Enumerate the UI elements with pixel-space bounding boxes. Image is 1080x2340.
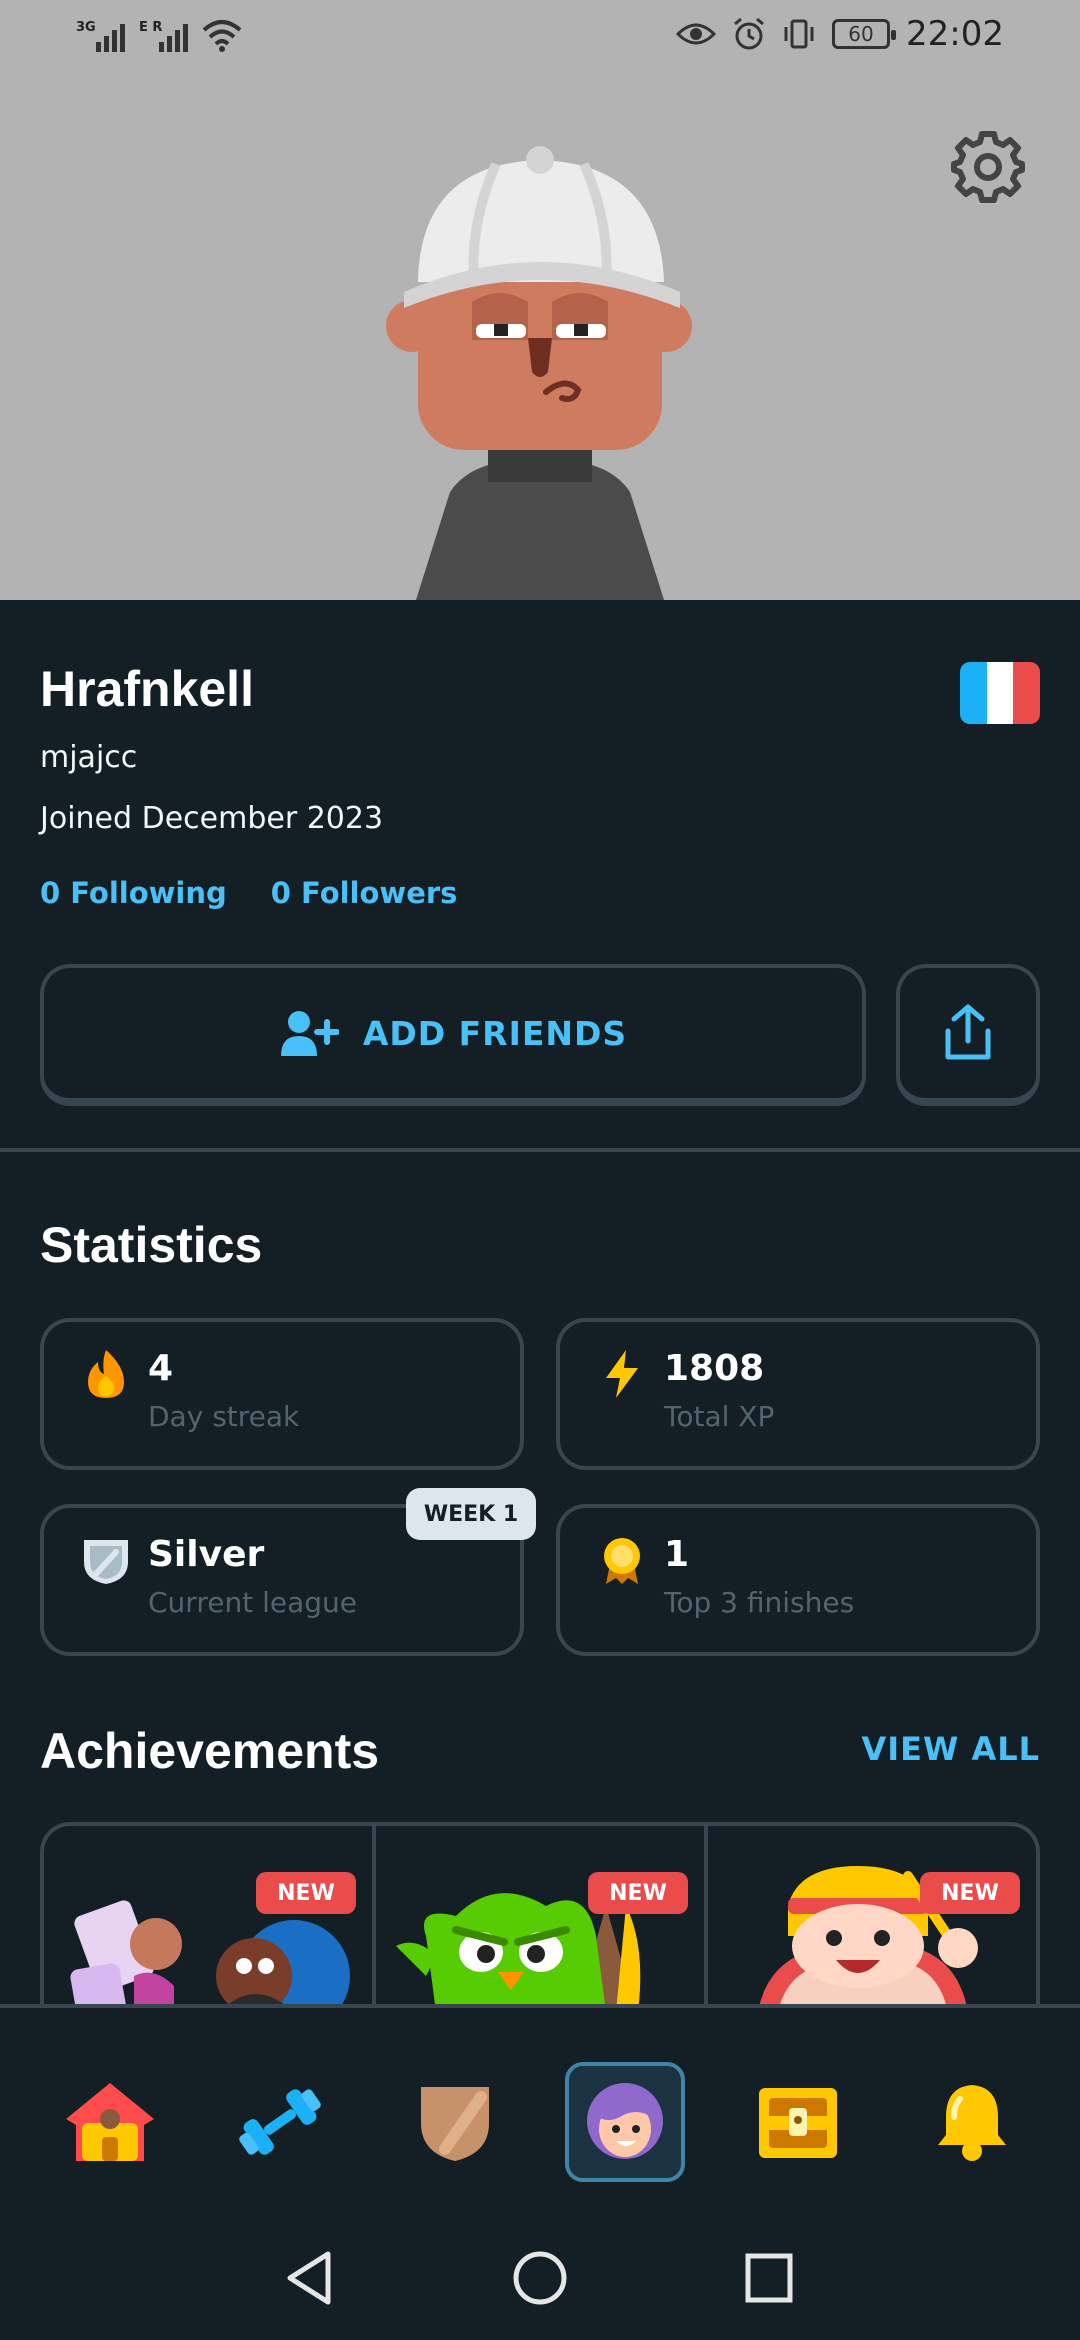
- achievement-card[interactable]: NEW: [708, 1826, 1036, 2008]
- league-shield-icon: [421, 2087, 489, 2161]
- nav-home[interactable]: [50, 2062, 170, 2182]
- week-badge: WEEK 1: [406, 1488, 536, 1540]
- lightning-icon: [606, 1350, 638, 1398]
- mobile-signal-icon: 3G: [76, 20, 125, 52]
- new-badge: NEW: [588, 1872, 688, 1914]
- silver-league-icon: [84, 1540, 128, 1584]
- home-icon: [66, 2083, 154, 2161]
- home-circle-icon[interactable]: [512, 2250, 568, 2306]
- vibrate-icon: [784, 19, 814, 49]
- back-icon[interactable]: [284, 2250, 334, 2306]
- user-avatar[interactable]: [0, 72, 1080, 600]
- eye-icon: [676, 23, 717, 45]
- stat-label: Total XP: [664, 1400, 775, 1433]
- nav-profile[interactable]: [565, 2062, 685, 2182]
- stat-card-xp[interactable]: 1808 Total XP: [556, 1318, 1040, 1470]
- nav-leagues[interactable]: [395, 2062, 515, 2182]
- profile-info: Hrafnkell mjajcc Joined December 2023 0 …: [40, 660, 1040, 910]
- avatar-header: [0, 72, 1080, 600]
- shop-chest-icon: [759, 2088, 837, 2158]
- following-link[interactable]: 0 Following: [40, 876, 227, 910]
- network-type-label: 3G: [76, 20, 96, 35]
- stat-value: Silver: [148, 1534, 265, 1575]
- share-button[interactable]: [896, 964, 1040, 1106]
- alarm-icon: [734, 17, 764, 50]
- settings-gear-icon[interactable]: [950, 128, 1026, 204]
- add-friends-button[interactable]: ADD FRIENDS: [40, 964, 866, 1106]
- share-icon: [945, 1004, 991, 1060]
- stat-label: Day streak: [148, 1400, 300, 1433]
- display-name: Hrafnkell: [40, 661, 254, 717]
- fire-icon: [88, 1350, 124, 1398]
- follow-counts: 0 Following 0 Followers: [40, 876, 1040, 910]
- battery-icon: 60: [832, 19, 897, 49]
- clock: 22:02: [906, 14, 1004, 54]
- followers-link[interactable]: 0 Followers: [271, 876, 458, 910]
- section-divider: [0, 1148, 1080, 1152]
- practice-dumbbell-icon: [239, 2089, 321, 2155]
- battery-level: 60: [848, 22, 874, 46]
- owl-illustration-icon: [396, 1893, 641, 2008]
- stat-value: 4: [148, 1348, 174, 1389]
- medal-icon: [604, 1538, 640, 1584]
- mobile-signal-2-icon: E R: [139, 20, 188, 52]
- stat-value: 1808: [664, 1348, 765, 1389]
- username: mjajcc: [40, 740, 138, 775]
- bottom-nav: [0, 2004, 1080, 2204]
- add-friends-label: ADD FRIENDS: [362, 1013, 628, 1053]
- nav-notifications[interactable]: [912, 2062, 1032, 2182]
- notifications-bell-icon: [938, 2085, 1006, 2161]
- recents-icon[interactable]: [744, 2250, 794, 2306]
- achievements-heading: Achievements: [40, 1723, 380, 1779]
- achievement-card[interactable]: NEW: [376, 1826, 708, 2008]
- french-flag-icon[interactable]: [960, 662, 1040, 724]
- achievement-illustration-icon: [70, 1900, 350, 2008]
- nav-shop[interactable]: [738, 2062, 858, 2182]
- stat-label: Top 3 finishes: [664, 1586, 855, 1619]
- statistics-heading: Statistics: [40, 1217, 263, 1273]
- character-illustration-icon: [758, 1866, 978, 2008]
- achievements-strip: NEW NEW NEW: [40, 1822, 1040, 2008]
- stat-card-streak[interactable]: 4 Day streak: [40, 1318, 524, 1470]
- profile-icon: [587, 2083, 663, 2159]
- status-bar: 3G E R 60 22:02: [0, 0, 1080, 72]
- achievement-card[interactable]: NEW: [44, 1826, 376, 2008]
- new-badge: NEW: [920, 1872, 1020, 1914]
- new-badge: NEW: [256, 1872, 356, 1914]
- add-person-icon: [280, 1011, 339, 1056]
- joined-date: Joined December 2023: [40, 801, 384, 836]
- network-type-2-label: E R: [139, 20, 163, 35]
- system-nav-bar: [0, 2204, 1080, 2340]
- stat-value: 1: [664, 1534, 690, 1575]
- stat-card-top3[interactable]: 1 Top 3 finishes: [556, 1504, 1040, 1656]
- wifi-icon: [202, 20, 242, 52]
- nav-practice[interactable]: [220, 2062, 340, 2182]
- view-all-link[interactable]: VIEW ALL: [861, 1730, 1040, 1768]
- stat-label: Current league: [148, 1586, 357, 1619]
